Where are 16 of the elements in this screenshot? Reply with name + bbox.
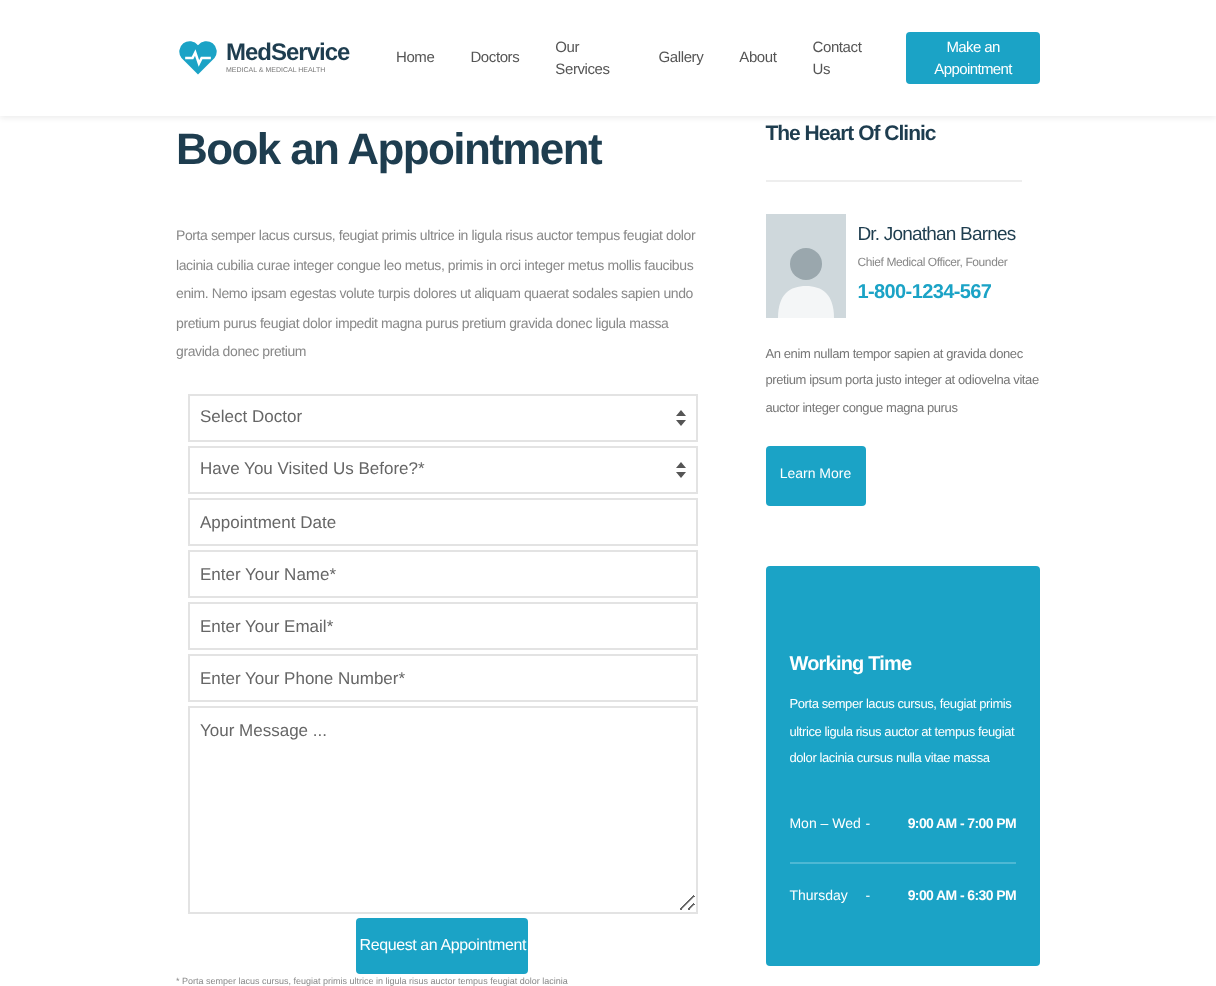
sort-icon xyxy=(675,461,686,477)
select-field[interactable]: Select Doctor xyxy=(188,393,698,441)
select-field[interactable]: Have You Visited Us Before?* xyxy=(188,445,698,493)
doctor-name: Dr. Jonathan Barnes xyxy=(857,222,1016,251)
input-field[interactable]: Appointment Date xyxy=(188,497,698,545)
heart-logo-icon xyxy=(176,36,220,80)
input-field[interactable]: Enter Your Phone Number* xyxy=(188,653,698,701)
input-field[interactable]: Enter Your Email* xyxy=(188,601,698,649)
input-field[interactable]: Enter Your Name* xyxy=(188,549,698,597)
logo-name: MedService xyxy=(226,40,350,65)
message-field[interactable]: Your Message ... xyxy=(188,705,698,913)
working-time-title: Working Time xyxy=(789,652,914,681)
page-title: Book an Appointment xyxy=(176,122,604,178)
sidebar-title: The Heart Of Clinic xyxy=(765,120,938,150)
sort-icon xyxy=(675,409,686,425)
phone-number: 1-800-1234-567 xyxy=(857,280,994,309)
